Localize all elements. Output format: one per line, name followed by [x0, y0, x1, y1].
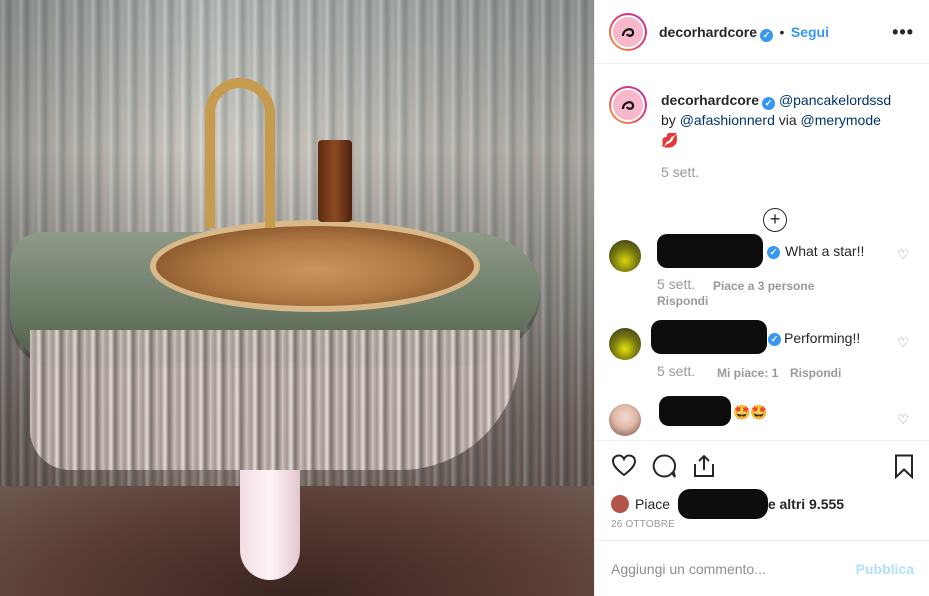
- heart-outline-icon[interactable]: ♡: [897, 412, 909, 428]
- avatar[interactable]: [609, 13, 647, 51]
- share-icon[interactable]: [691, 453, 717, 479]
- caption-avatar[interactable]: [609, 86, 647, 124]
- comment-input[interactable]: [611, 561, 831, 577]
- separator-dot: •: [779, 24, 785, 40]
- caption-username[interactable]: decorhardcore: [661, 92, 759, 108]
- follow-button[interactable]: Segui: [791, 24, 829, 40]
- flamingo-icon: [613, 90, 643, 120]
- heart-icon[interactable]: [611, 453, 637, 479]
- heart-outline-icon[interactable]: ♡: [897, 247, 909, 263]
- redacted-liker: [677, 489, 768, 519]
- commenter-avatar[interactable]: [609, 404, 641, 436]
- comments-list[interactable]: decorhardcore ✓ @pancakelordssd by @afash…: [595, 64, 929, 440]
- comment-icon[interactable]: [651, 453, 677, 479]
- mention-link[interactable]: @afashionnerd: [680, 112, 775, 128]
- likes-prefix: Piace: [635, 496, 671, 512]
- load-more-comments-button[interactable]: +: [763, 208, 787, 232]
- by-text: by: [661, 112, 676, 128]
- flamingo-icon: [613, 17, 643, 47]
- post-actions: Piace e altri 9.555 26 OTTOBRE: [595, 440, 929, 540]
- verified-icon: ✓: [768, 333, 781, 346]
- comment-item: ✓ Performing!! ♡ 5 sett. Mi piace: 1 Ris…: [609, 320, 919, 386]
- mention-link[interactable]: @pancakelordssd: [779, 92, 891, 108]
- comment-item: ✓ What a star!! ♡ 5 sett. Piace a 3 pers…: [609, 234, 919, 308]
- reply-button[interactable]: Rispondi: [657, 294, 708, 308]
- comment-text: 🤩🤩: [733, 404, 768, 420]
- caption-time[interactable]: 5 sett.: [661, 162, 911, 182]
- heart-outline-icon[interactable]: ♡: [897, 335, 909, 351]
- verified-icon: ✓: [767, 246, 780, 259]
- mention-link[interactable]: @merymode: [801, 112, 881, 128]
- publish-button[interactable]: Pubblica: [856, 561, 914, 577]
- comment-text: What a star!!: [785, 243, 865, 259]
- commenter-avatar[interactable]: [609, 240, 641, 272]
- comment-item: 🤩🤩 ♡: [609, 396, 919, 440]
- liker-avatar[interactable]: [611, 495, 629, 513]
- comment-time[interactable]: 5 sett.: [657, 363, 695, 379]
- redacted-username: [657, 234, 763, 268]
- caption-text: decorhardcore ✓ @pancakelordssd by @afash…: [661, 90, 911, 182]
- lips-emoji: 💋: [661, 132, 679, 148]
- reply-button[interactable]: Rispondi: [790, 366, 841, 380]
- redacted-username: [651, 320, 767, 354]
- comment-likes[interactable]: Piace a 3 persone: [713, 279, 814, 293]
- swan-faucet: [205, 78, 275, 228]
- post-date[interactable]: 26 OTTOBRE: [611, 519, 675, 530]
- likes-summary[interactable]: Piace e altri 9.555: [611, 489, 844, 519]
- comment-time[interactable]: 5 sett.: [657, 276, 695, 292]
- redacted-username: [659, 396, 731, 426]
- verified-icon: ✓: [760, 29, 774, 42]
- comment-text: Performing!!: [784, 330, 861, 346]
- header-username[interactable]: decorhardcore: [659, 24, 757, 40]
- mirror-apron: [30, 330, 520, 470]
- comment-likes[interactable]: Mi piace: 1: [717, 366, 778, 380]
- via-text: via: [778, 112, 797, 128]
- post-side-panel: decorhardcore ✓ • Segui ••• decorhardcore…: [594, 0, 929, 596]
- post-header: decorhardcore ✓ • Segui •••: [595, 0, 929, 64]
- gold-basin: [150, 220, 480, 312]
- drape: [240, 470, 300, 580]
- post-image[interactable]: [0, 0, 594, 596]
- add-comment-bar: Pubblica: [595, 540, 929, 596]
- commenter-avatar[interactable]: [609, 328, 641, 360]
- soap-bottle: [318, 140, 352, 222]
- verified-icon: ✓: [762, 97, 776, 110]
- bookmark-icon[interactable]: [891, 453, 917, 479]
- more-options-icon[interactable]: •••: [892, 22, 914, 43]
- likes-suffix: e altri 9.555: [767, 496, 845, 512]
